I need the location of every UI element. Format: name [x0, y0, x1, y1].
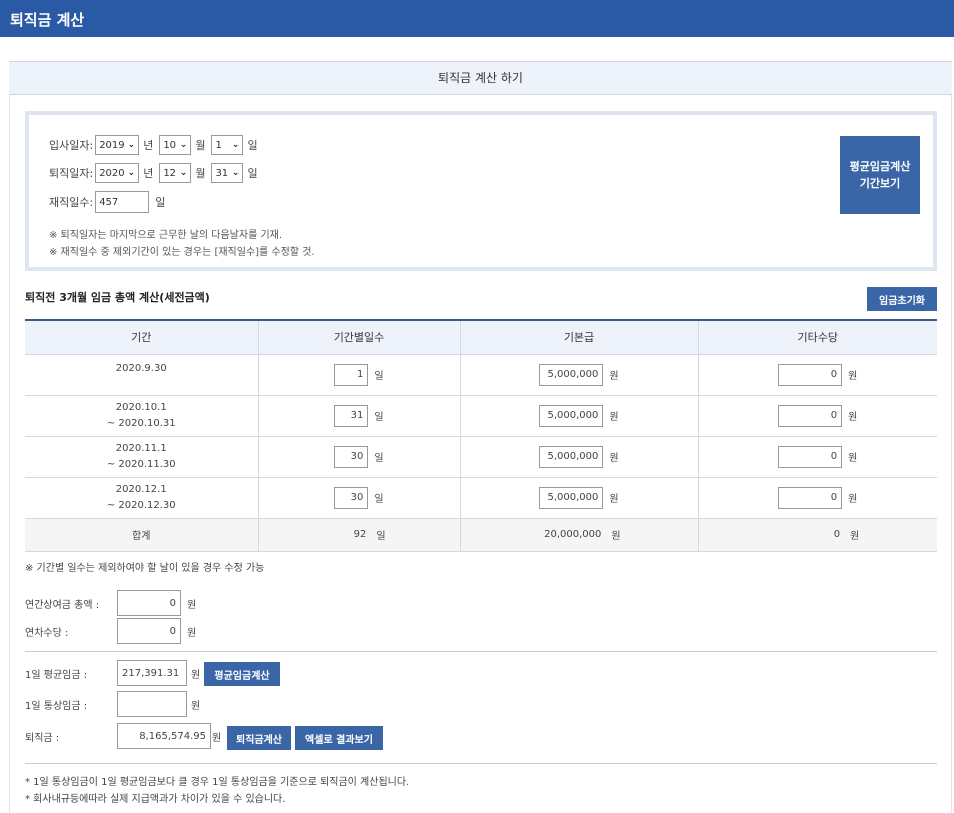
avg-wage-calc-button[interactable]: 평균임금계산	[204, 662, 280, 686]
ordinary-wage-label: 1일 통상임금 :	[25, 700, 88, 712]
bonus-input[interactable]: 0	[117, 590, 181, 616]
tenure-row: 재직일수: 457 일	[49, 190, 169, 214]
avg-wage-row: 1일 평균임금 : 217,391.31 원	[25, 660, 200, 686]
col-header-period: 기간	[25, 319, 258, 355]
section-title: 퇴직금 계산 하기	[9, 61, 952, 95]
table-row: 2020.10.1 ~ 2020.10.31 31 일 5,000,000 원 0원	[25, 395, 937, 437]
days-cell: 30 일	[257, 436, 460, 478]
other-allowance-cell: 0원	[697, 436, 937, 478]
reset-wage-button[interactable]: 임금초기화	[867, 287, 937, 311]
avg-wage-input[interactable]: 217,391.31	[117, 660, 187, 686]
other-allowance-cell: 0원	[697, 354, 937, 396]
join-date-row: 입사일자: 2019 ⌄ 년 10 ⌄ 월 1 ⌄ 일	[49, 135, 262, 155]
avg-wage-period-button[interactable]: 평균임금계산 기간보기	[840, 136, 920, 214]
period-cell: 2020.10.1 ~ 2020.10.31	[25, 395, 258, 437]
table-row: 2020.12.1 ~ 2020.12.30 30 일 5,000,000 원 0원	[25, 477, 937, 519]
chevron-down-icon: ⌄	[127, 140, 136, 150]
chevron-down-icon: ⌄	[179, 140, 188, 150]
note-tenure: ※ 재직일수 중 제외기간이 있는 경우는 [재직일수]를 수정할 것.	[49, 247, 315, 258]
base-pay-cell: 5,000,000 원	[459, 395, 698, 437]
wage-section-title: 퇴직전 3개월 임금 총액 계산(세전금액)	[25, 291, 210, 304]
leave-day-select[interactable]: 31 ⌄	[211, 163, 244, 183]
join-date-label: 입사일자:	[49, 139, 94, 152]
total-other-allowance: 0	[833, 529, 841, 540]
base-pay-cell: 5,000,000 원	[459, 436, 698, 478]
leave-date-row: 퇴직일자: 2020 ⌄ 년 12 ⌄ 월 31 ⌄ 일	[49, 163, 262, 183]
divider	[25, 763, 937, 764]
col-header-days: 기간별일수	[257, 319, 460, 355]
leave-month-select[interactable]: 12 ⌄	[159, 163, 192, 183]
ordinary-wage-input[interactable]	[117, 691, 187, 717]
ordinary-wage-row: 1일 통상임금 : 원	[25, 691, 200, 717]
base-pay-input[interactable]: 5,000,000	[539, 363, 604, 386]
days-input[interactable]: 31	[334, 404, 369, 427]
join-day-select[interactable]: 1 ⌄	[211, 135, 244, 155]
base-pay-cell: 5,000,000 원	[459, 354, 698, 396]
other-allowance-input[interactable]: 0	[778, 363, 843, 386]
leave-date-label: 퇴직일자:	[49, 167, 94, 180]
tenure-input[interactable]: 457	[95, 191, 150, 213]
avg-wage-label: 1일 평균임금 :	[25, 669, 88, 681]
table-row: 2020.11.1 ~ 2020.11.30 30 일 5,000,000 원 0원	[25, 436, 937, 478]
note-leave-date: ※ 퇴직일자는 마지막으로 근무한 날의 다음날자를 기재.	[49, 230, 283, 241]
col-header-other-allowance: 기타수당	[697, 319, 937, 355]
days-cell: 30 일	[257, 477, 460, 519]
chevron-down-icon: ⌄	[179, 168, 188, 178]
base-pay-input[interactable]: 5,000,000	[539, 486, 604, 509]
join-month-select[interactable]: 10 ⌄	[159, 135, 192, 155]
severance-input[interactable]: 8,165,574.95	[117, 723, 211, 749]
other-allowance-input[interactable]: 0	[778, 404, 843, 427]
excel-result-button[interactable]: 엑셀로 결과보기	[295, 726, 383, 750]
total-base-pay: 20,000,000	[544, 529, 602, 540]
severance-row: 퇴직금 : 8,165,574.95 원	[25, 723, 221, 749]
period-cell: 2020.9.30	[25, 354, 258, 396]
app-header: 퇴직금 계산	[0, 0, 954, 37]
table-row: 2020.9.30 1일 5,000,000 원 0원	[25, 354, 937, 396]
other-allowance-input[interactable]: 0	[778, 445, 843, 468]
chevron-down-icon: ⌄	[231, 168, 240, 178]
base-pay-cell: 5,000,000 원	[459, 477, 698, 519]
days-edit-note: ※ 기간별 일수는 제외하여야 할 날이 있을 경우 수정 가능	[25, 563, 265, 574]
total-label: 합계	[25, 517, 258, 552]
severance-calc-button[interactable]: 퇴직금계산	[227, 726, 291, 750]
days-input[interactable]: 30	[334, 445, 369, 468]
wage-table: 기간 기간별일수 기본급 기타수당 2020.9.30 1일 5,000,000…	[25, 319, 937, 552]
date-panel: 입사일자: 2019 ⌄ 년 10 ⌄ 월 1 ⌄ 일 퇴직일자: 2020 ⌄ 년 1…	[25, 111, 937, 271]
leave-pay-label: 연차수당 :	[25, 627, 69, 639]
total-other-cell: 0원	[697, 517, 937, 552]
total-base-cell: 20,000,000 원	[459, 517, 698, 552]
period-cell: 2020.11.1 ~ 2020.11.30	[25, 436, 258, 478]
col-header-base-pay: 기본급	[459, 319, 698, 355]
base-pay-input[interactable]: 5,000,000	[539, 404, 604, 427]
page-title: 퇴직금 계산	[10, 11, 85, 29]
tenure-label: 재직일수:	[49, 196, 94, 209]
chevron-down-icon: ⌄	[231, 140, 240, 150]
period-cell: 2020.12.1 ~ 2020.12.30	[25, 477, 258, 519]
join-year-select[interactable]: 2019 ⌄	[95, 135, 140, 155]
table-header-row: 기간 기간별일수 기본급 기타수당	[25, 319, 937, 355]
severance-label: 퇴직금 :	[25, 732, 60, 744]
total-row: 합계 92 일 20,000,000 원 0원	[25, 517, 937, 552]
days-input[interactable]: 1	[334, 363, 369, 386]
days-cell: 31 일	[257, 395, 460, 437]
total-days: 92	[353, 529, 367, 540]
bonus-row: 연간상여금 총액 : 0 원	[25, 590, 196, 616]
total-days-cell: 92 일	[257, 517, 460, 552]
leave-year-select[interactable]: 2020 ⌄	[95, 163, 140, 183]
other-allowance-cell: 0원	[697, 395, 937, 437]
divider	[25, 651, 937, 652]
footer-note-2: * 회사내규등에따라 실제 지급액과가 차이가 있을 수 있습니다.	[25, 794, 286, 805]
footer-note-1: * 1일 통상임금이 1일 평균임금보다 클 경우 1일 통상임금을 기준으로 …	[25, 777, 410, 788]
days-cell: 1일	[257, 354, 460, 396]
other-allowance-input[interactable]: 0	[778, 486, 843, 509]
bonus-label: 연간상여금 총액 :	[25, 599, 100, 611]
leave-pay-row: 연차수당 : 0 원	[25, 618, 196, 644]
chevron-down-icon: ⌄	[127, 168, 136, 178]
days-input[interactable]: 30	[334, 486, 369, 509]
other-allowance-cell: 0원	[697, 477, 937, 519]
base-pay-input[interactable]: 5,000,000	[539, 445, 604, 468]
leave-pay-input[interactable]: 0	[117, 618, 181, 644]
